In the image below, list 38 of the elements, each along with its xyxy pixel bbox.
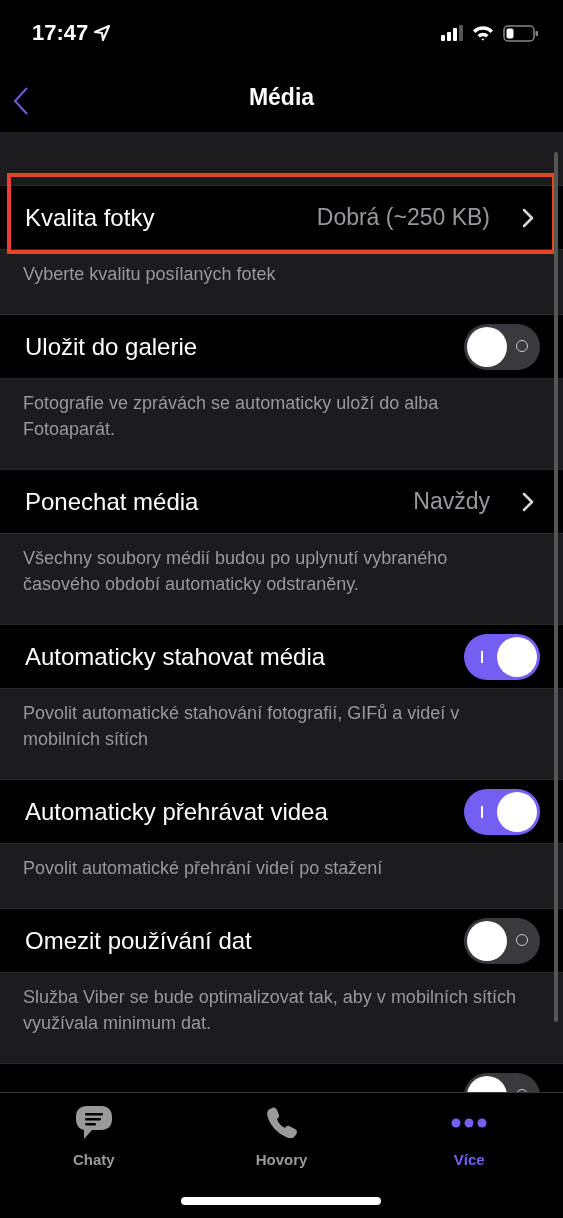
row-label: Uložit do galerie — [25, 332, 199, 361]
back-chevron-icon — [12, 86, 30, 116]
chevron-icon — [522, 207, 534, 228]
battery-icon — [503, 24, 539, 42]
location-arrow-icon — [94, 25, 111, 41]
wifi-icon — [472, 25, 494, 41]
chevron-icon — [522, 491, 534, 512]
row-label: Omezit používání dat — [25, 926, 253, 955]
tab-item[interactable]: Hovory — [187, 1103, 376, 1168]
row-description: Fotografie ve zprávách se automaticky uloží do alba Fotoaparát. — [22, 392, 440, 441]
screen-title: Média — [248, 83, 315, 111]
row-value: Dobrá (~250 KB) — [316, 204, 490, 231]
row-label: Kvalita fotky — [25, 203, 156, 232]
signal-icon — [441, 25, 463, 41]
row-description: Povolit automatické přehrání videí po stažení — [22, 857, 384, 880]
row-label: Automaticky přehrávat videa — [25, 797, 329, 826]
row-value: Navždy — [413, 488, 490, 515]
phone-icon — [264, 1106, 299, 1140]
row-description: Vyberte kvalitu posílaných fotek — [22, 263, 277, 286]
toggle-switch[interactable] — [464, 323, 540, 370]
settings-row[interactable]: Automaticky přehrávat videa — [0, 779, 563, 844]
settings-row[interactable]: Kvalita fotky Dobrá (~250 KB) — [0, 185, 563, 250]
toggle-switch[interactable] — [464, 917, 540, 964]
row-description: Povolit automatické stahování fotografií, GIFů a videí v mobilních sítích — [22, 702, 461, 751]
tab-item[interactable]: Více — [375, 1103, 563, 1168]
row-label: Automaticky stahovat média — [25, 642, 327, 671]
toggle-switch[interactable] — [464, 788, 540, 835]
tab-item[interactable]: Chaty — [0, 1103, 188, 1168]
settings-row[interactable]: Automaticky stahovat média — [0, 624, 563, 689]
row-description: Všechny soubory médií budou po uplynutí vybraného časového období automaticky odstraněny. — [22, 547, 449, 596]
more-dots-icon — [451, 1118, 488, 1128]
settings-row[interactable]: Ponechat média Navždy — [0, 469, 563, 534]
row-description: Služba Viber se bude optimalizovat tak, aby v mobilních sítích využívala minimum dat. — [22, 986, 517, 1035]
status-time: 17:47 — [32, 20, 89, 46]
settings-row[interactable]: Omezit používání dat — [0, 908, 563, 973]
toggle-switch[interactable] — [464, 633, 540, 680]
settings-row[interactable]: Uložit do galerie — [0, 314, 563, 379]
row-label: Ponechat média — [25, 487, 200, 516]
